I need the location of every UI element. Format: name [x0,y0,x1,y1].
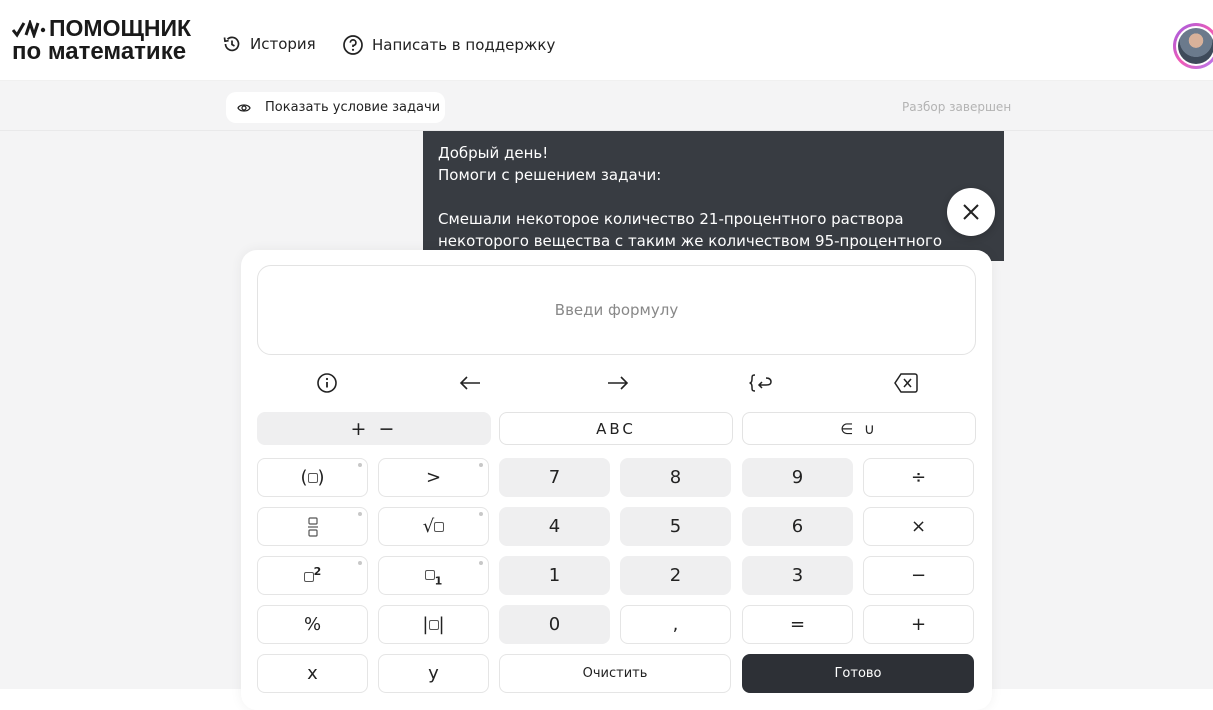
plus-key[interactable]: + [863,605,974,644]
formula-input[interactable]: Введи формулу [257,265,976,355]
top-header: ПОМОЩНИК по математике История Написать … [0,0,1213,81]
close-button[interactable] [947,188,995,236]
close-icon [963,204,979,220]
greater-than-key[interactable]: > [378,458,489,497]
message-line: Помоги с решением задачи: [438,166,662,184]
parentheses-key[interactable]: () [257,458,368,497]
help-icon [343,35,363,55]
message-line: Добрый день! [438,144,549,162]
digit-9-key[interactable]: 9 [742,458,853,497]
new-line-button[interactable] [747,370,775,396]
digit-1-key[interactable]: 1 [499,556,610,595]
show-condition-button[interactable]: Показать условие задачи [226,92,445,123]
fraction-icon [307,516,318,537]
digit-2-key[interactable]: 2 [620,556,731,595]
sqrt-icon: √ [423,516,445,537]
parentheses-icon: () [300,467,325,488]
subscript-icon: 1 [424,564,442,587]
abs-key[interactable]: | | [378,605,489,644]
user-message: Добрый день! Помоги с решением задачи: С… [423,131,1004,261]
logo-mark-icon [12,19,46,38]
info-button[interactable] [313,370,341,396]
support-link[interactable]: Написать в поддержку [342,34,555,56]
message-line: Смешали некоторое количество 21-процентн… [438,210,904,228]
show-condition-label: Показать условие задачи [265,100,441,115]
tab-sets[interactable]: ∈ ∪ [742,412,976,445]
minus-key[interactable]: − [863,556,974,595]
avatar[interactable] [1173,23,1213,70]
variable-x-key[interactable]: x [257,654,368,693]
comma-key[interactable]: , [620,605,731,644]
backspace-icon [894,373,918,393]
digit-4-key[interactable]: 4 [499,507,610,546]
sqrt-key[interactable]: √ [378,507,489,546]
eye-icon [237,103,251,112]
logo-subtitle: по математике [12,38,187,65]
history-label: История [250,35,316,53]
backspace-button[interactable] [892,370,920,396]
percent-key[interactable]: % [257,605,368,644]
support-label: Написать в поддержку [372,36,556,54]
formula-placeholder: Введи формулу [554,301,679,319]
digit-7-key[interactable]: 7 [499,458,610,497]
cursor-right-button[interactable] [604,370,632,396]
done-button[interactable]: Готово [742,654,974,693]
info-icon [317,373,337,393]
variable-y-key[interactable]: y [378,654,489,693]
tab-arithmetic[interactable]: + − [257,412,491,445]
digit-5-key[interactable]: 5 [620,507,731,546]
divide-key[interactable]: ÷ [863,458,974,497]
digit-6-key[interactable]: 6 [742,507,853,546]
brace-return-icon [749,374,772,392]
cursor-left-button[interactable] [456,370,484,396]
multiply-key[interactable]: × [863,507,974,546]
fraction-key[interactable] [257,507,368,546]
history-link[interactable]: История [222,34,316,54]
logo-title: ПОМОЩНИК [49,15,192,41]
power-key[interactable]: 2 [257,556,368,595]
chat-toolbar [0,81,1213,131]
power-icon: 2 [303,565,321,587]
digit-0-key[interactable]: 0 [499,605,610,644]
subscript-key[interactable]: 1 [378,556,489,595]
history-icon [223,36,240,52]
message-line: некоторого вещества с таким же количеств… [438,232,943,250]
digit-8-key[interactable]: 8 [620,458,731,497]
clear-button[interactable]: Очистить [499,654,731,693]
logo[interactable]: ПОМОЩНИК по математике [12,15,192,65]
equals-key[interactable]: = [742,605,853,644]
arrow-left-icon [459,376,480,390]
arrow-right-icon [608,376,629,390]
tab-letters[interactable]: ABC [499,412,733,445]
abs-icon: | | [422,614,445,635]
status-text: Разбор завершен [902,100,1012,114]
digit-3-key[interactable]: 3 [742,556,853,595]
